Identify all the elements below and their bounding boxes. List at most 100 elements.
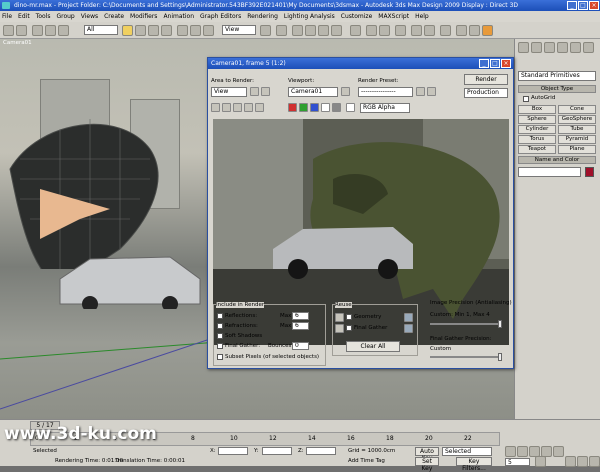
primitive-button[interactable]: Plane bbox=[558, 145, 596, 154]
channel-display-dropdown[interactable]: RGB Alpha bbox=[360, 103, 410, 113]
menu-item[interactable]: Lighting Analysis bbox=[284, 11, 335, 22]
reflections-checkbox[interactable] bbox=[217, 313, 223, 319]
primitive-button[interactable]: Teapot bbox=[518, 145, 556, 154]
unlink-icon[interactable] bbox=[45, 25, 56, 36]
render-minimize-button[interactable]: _ bbox=[479, 59, 489, 68]
layer-manager-icon[interactable] bbox=[395, 25, 406, 36]
swatch-icon[interactable] bbox=[346, 103, 355, 112]
percent-snap-icon[interactable] bbox=[318, 25, 329, 36]
primitive-button[interactable]: GeoSphere bbox=[558, 115, 596, 124]
menu-item[interactable]: Edit bbox=[18, 11, 30, 22]
align-icon[interactable] bbox=[379, 25, 390, 36]
modify-tab-icon[interactable] bbox=[531, 42, 542, 53]
menu-item[interactable]: Graph Editors bbox=[200, 11, 241, 22]
bind-spacewarp-icon[interactable] bbox=[58, 25, 69, 36]
hierarchy-tab-icon[interactable] bbox=[544, 42, 555, 53]
primitive-button[interactable]: Cylinder bbox=[518, 125, 556, 134]
object-color-swatch[interactable] bbox=[585, 167, 594, 177]
production-dropdown[interactable]: Production bbox=[464, 88, 508, 98]
utilities-tab-icon[interactable] bbox=[583, 42, 594, 53]
clone-frame-icon[interactable] bbox=[233, 103, 242, 112]
primitive-button[interactable]: Cone bbox=[558, 105, 596, 114]
image-precision-thumb[interactable] bbox=[498, 320, 502, 328]
selection-filter-dropdown[interactable]: All bbox=[84, 25, 118, 35]
rectangular-selection-icon[interactable] bbox=[148, 25, 159, 36]
primitive-button[interactable]: Torus bbox=[518, 135, 556, 144]
final-gather-checkbox[interactable] bbox=[217, 343, 223, 349]
zoom-icon[interactable] bbox=[565, 456, 576, 467]
z-coordinate-field[interactable] bbox=[306, 447, 336, 455]
x-coordinate-field[interactable] bbox=[218, 447, 248, 455]
final-gather-lock-icon[interactable] bbox=[335, 324, 344, 333]
menu-item[interactable]: Tools bbox=[36, 11, 51, 22]
render-button[interactable]: Render bbox=[464, 74, 508, 85]
snap-toggle-icon[interactable] bbox=[292, 25, 303, 36]
menu-item[interactable]: Animation bbox=[163, 11, 194, 22]
menu-item[interactable]: Create bbox=[104, 11, 124, 22]
area-to-render-dropdown[interactable]: View bbox=[211, 87, 247, 97]
angle-snap-icon[interactable] bbox=[305, 25, 316, 36]
lock-viewport-icon[interactable] bbox=[341, 87, 350, 96]
scale-icon[interactable] bbox=[203, 25, 214, 36]
go-to-start-icon[interactable] bbox=[505, 446, 516, 457]
green-channel-icon[interactable] bbox=[299, 103, 308, 112]
viewport-dropdown[interactable]: Camera01 bbox=[288, 87, 338, 97]
maximize-viewport-icon[interactable] bbox=[589, 456, 600, 467]
primitive-category-dropdown[interactable]: Standard Primitives bbox=[518, 71, 596, 81]
select-manipulate-icon[interactable] bbox=[276, 25, 287, 36]
key-filters-button[interactable]: Key Filters... bbox=[456, 457, 492, 472]
print-image-icon[interactable] bbox=[244, 103, 253, 112]
add-time-tag[interactable]: Add Time Tag bbox=[348, 458, 385, 464]
menu-item[interactable]: Views bbox=[81, 11, 98, 22]
fg-precision-thumb[interactable] bbox=[498, 353, 502, 361]
key-selection-dropdown[interactable]: Selected bbox=[442, 447, 492, 456]
object-name-field[interactable] bbox=[518, 167, 581, 177]
bounces-field[interactable]: 0 bbox=[292, 342, 309, 350]
auto-region-icon[interactable] bbox=[261, 87, 270, 96]
geometry-lock-icon[interactable] bbox=[335, 313, 344, 322]
window-crossing-icon[interactable] bbox=[161, 25, 172, 36]
primitive-button[interactable]: Sphere bbox=[518, 115, 556, 124]
y-coordinate-field[interactable] bbox=[262, 447, 292, 455]
pivot-icon[interactable] bbox=[260, 25, 271, 36]
display-tab-icon[interactable] bbox=[570, 42, 581, 53]
soft-shadows-checkbox[interactable] bbox=[217, 333, 223, 339]
menu-item[interactable]: MAXScript bbox=[378, 11, 409, 22]
create-tab-icon[interactable] bbox=[518, 42, 529, 53]
menu-item[interactable]: Customize bbox=[341, 11, 373, 22]
named-selection-icon[interactable] bbox=[350, 25, 361, 36]
curve-editor-icon[interactable] bbox=[411, 25, 422, 36]
rotate-icon[interactable] bbox=[190, 25, 201, 36]
image-precision-slider[interactable] bbox=[430, 323, 502, 325]
current-frame-field[interactable]: 5 bbox=[505, 458, 530, 466]
render-preset-dropdown[interactable]: ---------------- bbox=[358, 87, 413, 97]
geometry-reuse-icon[interactable] bbox=[404, 313, 413, 322]
menu-item[interactable]: File bbox=[2, 11, 12, 22]
spinner-snap-icon[interactable] bbox=[331, 25, 342, 36]
render-setup-icon[interactable] bbox=[456, 25, 467, 36]
auto-key-button[interactable]: Auto Key bbox=[415, 447, 439, 462]
menu-item[interactable]: Group bbox=[56, 11, 74, 22]
copy-image-icon[interactable] bbox=[222, 103, 231, 112]
save-image-icon[interactable] bbox=[211, 103, 220, 112]
undo-icon[interactable] bbox=[3, 25, 14, 36]
clear-image-icon[interactable] bbox=[255, 103, 264, 112]
blue-channel-icon[interactable] bbox=[310, 103, 319, 112]
select-object-icon[interactable] bbox=[122, 25, 133, 36]
subset-pixels-checkbox[interactable] bbox=[217, 354, 223, 360]
fg-precision-slider[interactable] bbox=[430, 356, 502, 358]
red-channel-icon[interactable] bbox=[288, 103, 297, 112]
environment-icon[interactable] bbox=[427, 87, 436, 96]
link-icon[interactable] bbox=[32, 25, 43, 36]
go-to-end-icon[interactable] bbox=[553, 446, 564, 457]
reflections-max-field[interactable]: 6 bbox=[292, 312, 309, 320]
edit-region-icon[interactable] bbox=[250, 87, 259, 96]
mono-icon[interactable] bbox=[332, 103, 341, 112]
autogrid-checkbox[interactable] bbox=[523, 96, 529, 102]
previous-frame-icon[interactable] bbox=[517, 446, 528, 457]
name-color-rollout[interactable]: Name and Color bbox=[518, 156, 596, 164]
select-by-name-icon[interactable] bbox=[135, 25, 146, 36]
menu-item[interactable]: Help bbox=[415, 11, 429, 22]
alpha-channel-icon[interactable] bbox=[321, 103, 330, 112]
primitive-button[interactable]: Box bbox=[518, 105, 556, 114]
